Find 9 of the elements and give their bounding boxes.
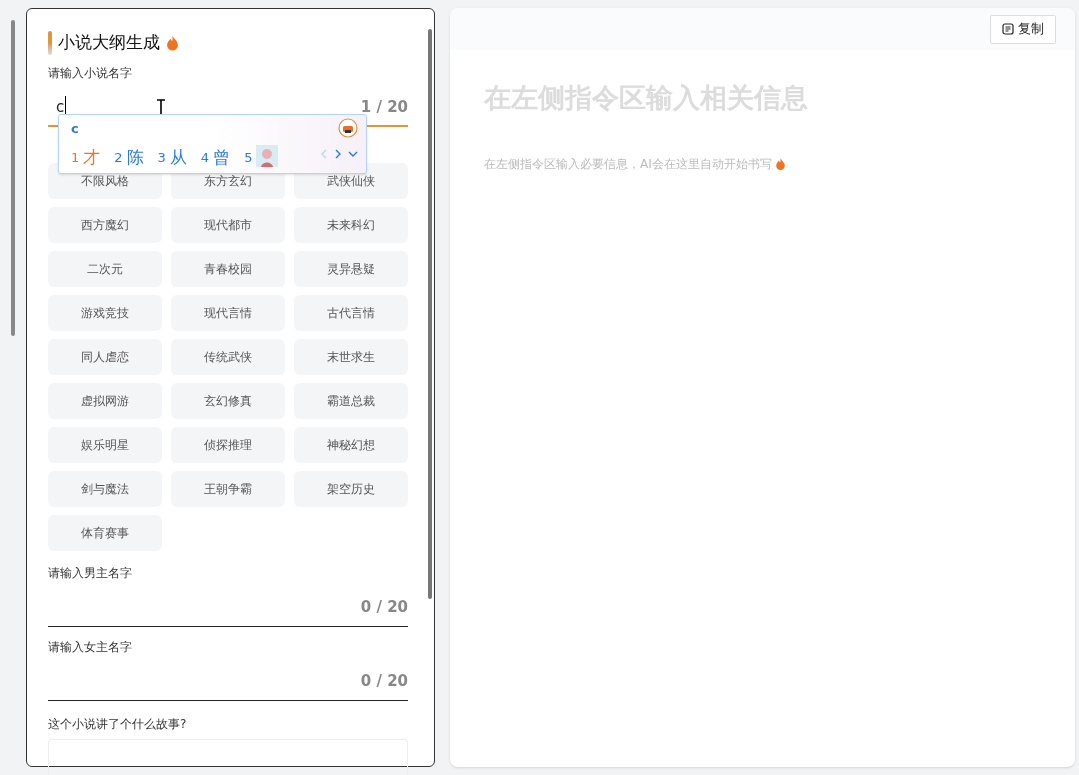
field-label: 请输入男主名字 [48, 565, 132, 581]
output-hint: 在左侧指令区输入必要信息，AI会在这里自动开始书写 [484, 155, 772, 173]
character-counter: 0 / 20 [360, 671, 408, 693]
field-label: 请输入小说名字 [48, 65, 132, 81]
field-label: 请输入女主名字 [48, 639, 132, 655]
field-label: 这个小说讲了个什么故事? [48, 716, 187, 733]
form-title: 小说大纲生成 [58, 31, 160, 55]
character-counter: 0 / 20 [360, 597, 408, 619]
character-counter: 1 / 20 [360, 96, 408, 118]
